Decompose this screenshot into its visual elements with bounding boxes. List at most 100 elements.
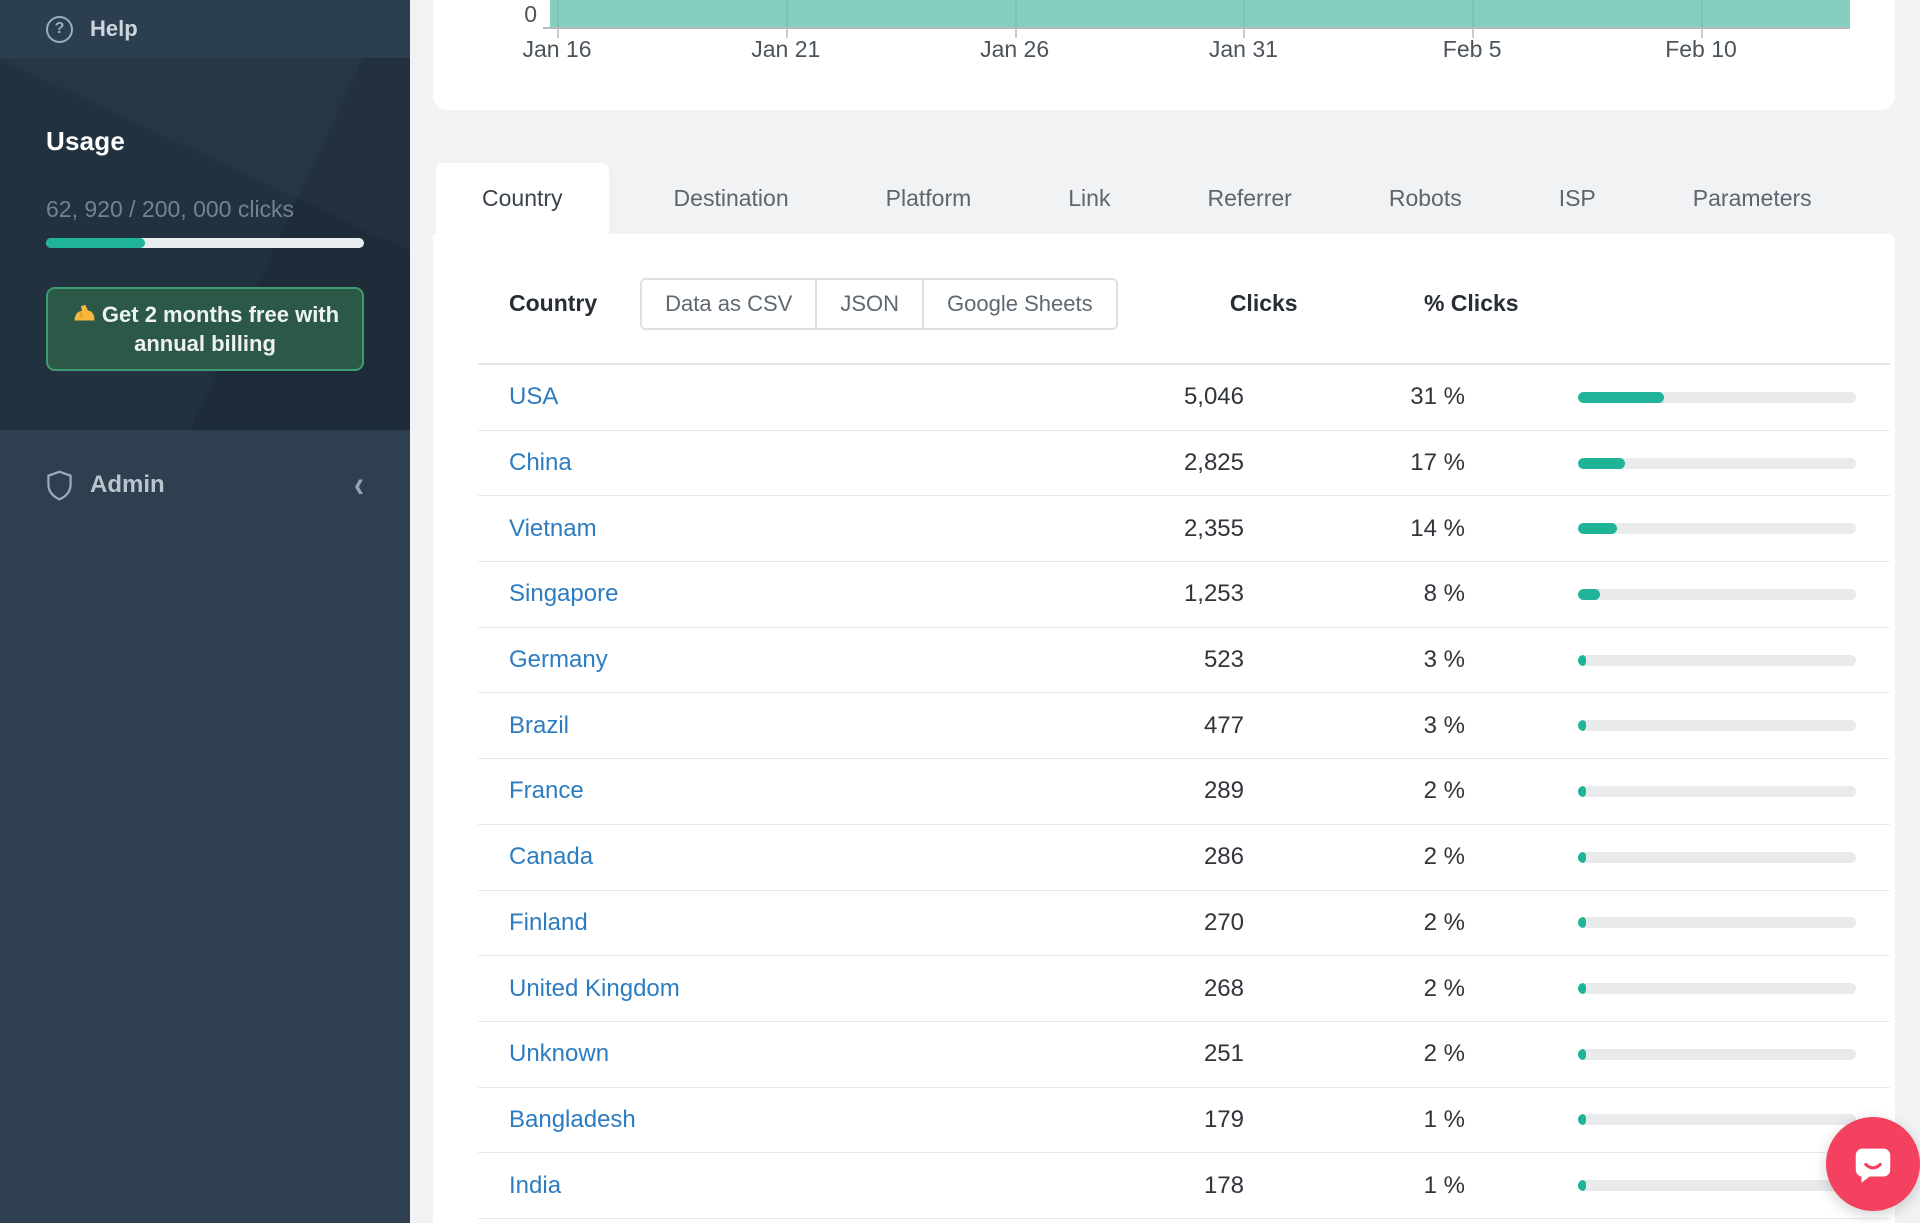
country-link[interactable]: United Kingdom	[509, 975, 680, 1003]
help-question-icon: ?	[46, 16, 73, 43]
country-link[interactable]: Canada	[509, 843, 593, 871]
percent-bar-track	[1578, 852, 1856, 863]
percent-value: 1 %	[1244, 1172, 1465, 1200]
percent-bar-track	[1578, 523, 1856, 534]
clicks-value: 251	[1064, 1040, 1244, 1068]
percent-bar	[1465, 392, 1856, 403]
tab-robots[interactable]: Robots	[1357, 163, 1494, 234]
country-link[interactable]: Finland	[509, 909, 588, 937]
percent-bar-fill	[1578, 589, 1600, 600]
chart-gridline	[1472, 0, 1474, 27]
x-axis-tick-label: Jan 16	[522, 36, 591, 63]
export-google-sheets-button[interactable]: Google Sheets	[922, 280, 1116, 328]
country-link[interactable]: Vietnam	[509, 515, 597, 543]
percent-bar-track	[1578, 917, 1856, 928]
clicks-value: 289	[1064, 777, 1244, 805]
percent-value: 1 %	[1244, 1106, 1465, 1134]
percent-value: 2 %	[1244, 975, 1465, 1003]
sidebar-lower-section	[0, 430, 410, 1223]
percent-bar	[1465, 983, 1856, 994]
clicks-value: 1,253	[1064, 580, 1244, 608]
chat-bubble-smile-icon	[1850, 1141, 1896, 1187]
percent-bar-track	[1578, 786, 1856, 797]
clicks-value: 178	[1064, 1172, 1244, 1200]
sidebar: ? Help Usage 62, 920 / 200, 000 clicks G…	[0, 0, 410, 1223]
percent-bar	[1465, 786, 1856, 797]
percent-bar-track	[1578, 655, 1856, 666]
admin-label: Admin	[90, 471, 354, 499]
stats-tab-bar: Country Destination Platform Link Referrer Ro…	[433, 163, 1895, 234]
percent-bar-track	[1578, 983, 1856, 994]
upgrade-annual-billing-button[interactable]: Get 2 months free with annual billing	[46, 287, 364, 371]
export-data-as-csv-button[interactable]: Data as CSV	[642, 280, 815, 328]
clicks-value: 268	[1064, 975, 1244, 1003]
percent-bar-fill	[1578, 1114, 1586, 1125]
clicks-column-header: Clicks	[1118, 290, 1298, 317]
clicks-value: 2,825	[1064, 449, 1244, 477]
clicks-value: 477	[1064, 712, 1244, 740]
country-link[interactable]: Bangladesh	[509, 1106, 636, 1134]
table-row: China 2,825 17 %	[478, 431, 1890, 497]
table-row: France 289 2 %	[478, 759, 1890, 825]
percent-bar-fill	[1578, 786, 1586, 797]
tab-platform[interactable]: Platform	[854, 163, 1004, 234]
percent-value: 8 %	[1244, 580, 1465, 608]
country-link[interactable]: Unknown	[509, 1040, 609, 1068]
table-row: India 178 1 %	[478, 1153, 1890, 1219]
percent-bar	[1465, 720, 1856, 731]
clicks-value: 523	[1064, 646, 1244, 674]
x-axis-tick-label: Jan 21	[751, 36, 820, 63]
percent-bar-track	[1578, 458, 1856, 469]
percent-value: 31 %	[1244, 383, 1465, 411]
percent-bar-track	[1578, 392, 1856, 403]
export-json-button[interactable]: JSON	[815, 280, 922, 328]
table-body: USA 5,046 31 % China 2,825 17 % Vietnam …	[478, 365, 1890, 1219]
tab-referrer[interactable]: Referrer	[1175, 163, 1323, 234]
tab-country[interactable]: Country	[436, 163, 609, 234]
sidebar-item-help[interactable]: ? Help	[0, 0, 410, 58]
percent-bar	[1465, 458, 1856, 469]
sidebar-item-admin[interactable]: Admin ‹	[0, 430, 410, 540]
percent-bar-fill	[1578, 655, 1586, 666]
table-row: Vietnam 2,355 14 %	[478, 496, 1890, 562]
table-row: Singapore 1,253 8 %	[478, 562, 1890, 628]
chat-launcher-button[interactable]	[1826, 1117, 1920, 1211]
country-link[interactable]: Germany	[509, 646, 608, 674]
country-link[interactable]: USA	[509, 383, 558, 411]
percent-value: 3 %	[1244, 646, 1465, 674]
chart-gridline	[786, 0, 788, 27]
country-stats-panel: Country Data as CSVJSONGoogle Sheets Cli…	[433, 234, 1895, 1223]
clicks-value: 179	[1064, 1106, 1244, 1134]
percent-bar-track	[1578, 720, 1856, 731]
clicks-value: 270	[1064, 909, 1244, 937]
percent-value: 17 %	[1244, 449, 1465, 477]
percent-value: 2 %	[1244, 843, 1465, 871]
tab-parameters[interactable]: Parameters	[1661, 163, 1844, 234]
clicks-value: 2,355	[1064, 515, 1244, 543]
chevron-left-icon[interactable]: ‹	[354, 466, 364, 504]
country-link[interactable]: Singapore	[509, 580, 618, 608]
x-axis-tick-label: Feb 5	[1443, 36, 1502, 63]
country-link[interactable]: Brazil	[509, 712, 569, 740]
percent-bar-track	[1578, 589, 1856, 600]
tab-isp[interactable]: ISP	[1527, 163, 1628, 234]
clicks-chart-card: 0 Jan 16Jan 21Jan 26Jan 31Feb 5Feb 10	[433, 0, 1895, 110]
help-label: Help	[90, 16, 138, 42]
country-link[interactable]: France	[509, 777, 584, 805]
x-axis-line	[543, 27, 1850, 29]
biceps-icon	[71, 302, 95, 326]
percent-bar-fill	[1578, 917, 1586, 928]
percent-value: 2 %	[1244, 777, 1465, 805]
percent-bar-fill	[1578, 392, 1664, 403]
table-row: Unknown 251 2 %	[478, 1022, 1890, 1088]
tab-link[interactable]: Link	[1036, 163, 1142, 234]
x-axis-tick-label: Feb 10	[1665, 36, 1737, 63]
x-axis-tick-label: Jan 31	[1209, 36, 1278, 63]
chart-gridline	[1701, 0, 1703, 27]
percent-bar-fill	[1578, 852, 1586, 863]
country-link[interactable]: India	[509, 1172, 561, 1200]
country-link[interactable]: China	[509, 449, 572, 477]
percent-value: 2 %	[1244, 909, 1465, 937]
usage-title: Usage	[46, 126, 125, 157]
tab-destination[interactable]: Destination	[642, 163, 821, 234]
